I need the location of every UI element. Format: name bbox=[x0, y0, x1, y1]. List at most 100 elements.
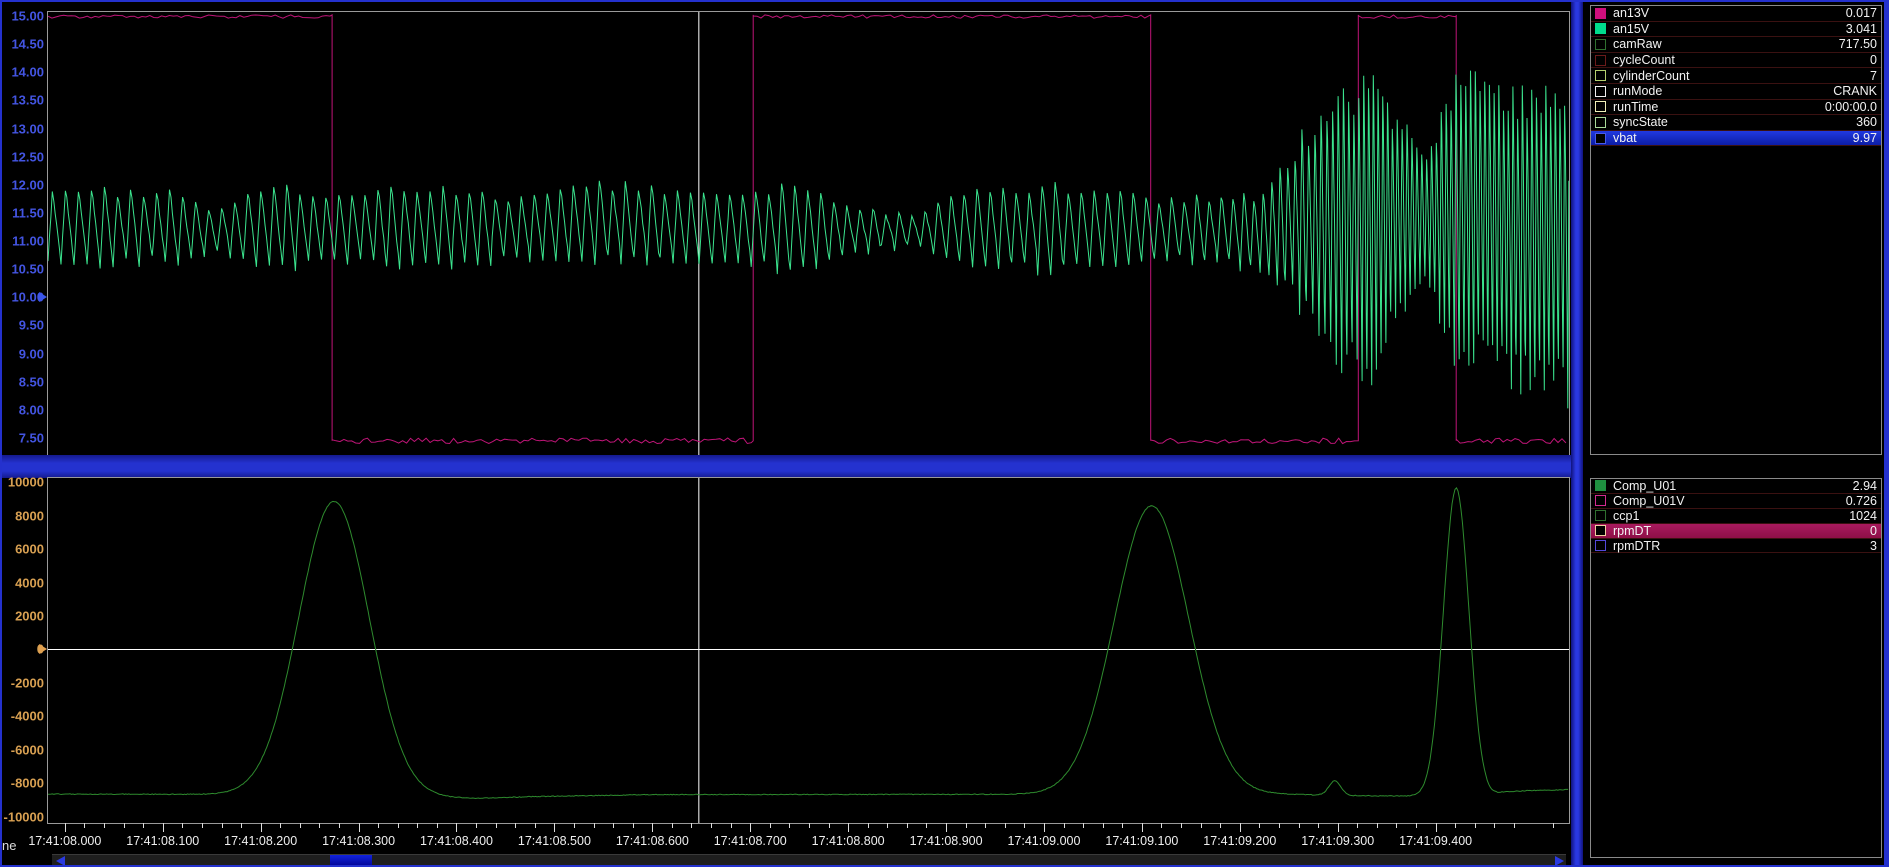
channel-value: CRANK bbox=[1833, 84, 1877, 98]
bottom-channel-list: Comp_U01 2.94 Comp_U01V 0.726ccp11024rpmDT0… bbox=[1590, 478, 1882, 858]
channel-name: runTime bbox=[1613, 100, 1658, 114]
time-axis-minor-tick bbox=[417, 823, 418, 828]
channel-color-swatch bbox=[1595, 510, 1606, 521]
channel-row-cylinderCount[interactable]: cylinderCount7 bbox=[1591, 68, 1881, 84]
y-axis-tick-label: -8000 bbox=[0, 776, 44, 791]
y-axis-tick-label: 12.00 bbox=[0, 177, 44, 192]
channel-row-runTime[interactable]: runTime0:00:00.0 bbox=[1591, 100, 1881, 116]
y-axis-tick-label: 10.00 bbox=[0, 290, 44, 305]
time-axis-major-tick bbox=[1240, 823, 1241, 832]
time-axis-minor-tick bbox=[319, 823, 320, 828]
time-axis-minor-tick bbox=[241, 823, 242, 828]
channel-row-vbat[interactable]: vbat9.97 bbox=[1591, 131, 1881, 147]
channel-value: 717.50 bbox=[1839, 37, 1877, 51]
channel-name: Comp_U01 bbox=[1613, 479, 1676, 493]
channel-color-swatch bbox=[1595, 480, 1606, 491]
time-axis-major-tick bbox=[1142, 823, 1143, 832]
vertical-splitter[interactable] bbox=[1571, 0, 1583, 867]
time-axis-major-tick bbox=[163, 823, 164, 832]
time-axis-minor-tick bbox=[1103, 823, 1104, 828]
channel-name: runMode bbox=[1613, 84, 1662, 98]
channel-value: 0.726 bbox=[1846, 494, 1877, 508]
time-axis-minor-tick bbox=[691, 823, 692, 828]
channel-value: 3 bbox=[1870, 539, 1877, 553]
time-axis-major-tick bbox=[946, 823, 947, 832]
time-axis-minor-tick bbox=[398, 823, 399, 828]
channel-row-runMode[interactable]: runMode CRANK bbox=[1591, 84, 1881, 100]
time-axis-minor-tick bbox=[829, 823, 830, 828]
time-axis-major-tick bbox=[261, 823, 262, 832]
time-axis-major-tick bbox=[750, 823, 751, 832]
window-border-left bbox=[0, 0, 2, 867]
channel-row-Comp_U01V[interactable]: Comp_U01V 0.726 bbox=[1591, 494, 1881, 509]
time-axis-tick-label: 17:41:08.700 bbox=[714, 834, 787, 848]
channel-color-swatch bbox=[1595, 133, 1606, 144]
channel-color-swatch bbox=[1595, 101, 1606, 112]
time-axis-tick-label: 17:41:09.100 bbox=[1105, 834, 1178, 848]
channel-value: 0.017 bbox=[1846, 6, 1877, 20]
channel-row-ccp1[interactable]: ccp11024 bbox=[1591, 509, 1881, 524]
channel-value: 360 bbox=[1856, 115, 1877, 129]
time-axis-minor-tick bbox=[1553, 823, 1554, 828]
time-axis-tick-label: 17:41:09.200 bbox=[1203, 834, 1276, 848]
y-axis-tick-label: 11.00 bbox=[0, 234, 44, 249]
time-axis-minor-tick bbox=[594, 823, 595, 828]
time-axis-minor-tick bbox=[476, 823, 477, 828]
channel-color-swatch bbox=[1595, 495, 1606, 506]
channel-color-swatch bbox=[1595, 117, 1606, 128]
bottom-chart-plot-area[interactable] bbox=[47, 477, 1570, 824]
time-axis-minor-tick bbox=[1161, 823, 1162, 828]
time-axis-minor-tick bbox=[868, 823, 869, 828]
channel-name: syncState bbox=[1613, 115, 1668, 129]
time-axis-minor-tick bbox=[1024, 823, 1025, 828]
time-axis-minor-tick bbox=[1357, 823, 1358, 828]
time-axis-minor-tick bbox=[222, 823, 223, 828]
time-axis-minor-tick bbox=[1396, 823, 1397, 828]
time-axis-major-tick bbox=[652, 823, 653, 832]
time-axis-minor-tick bbox=[339, 823, 340, 828]
channel-row-rpmDT[interactable]: rpmDT0 bbox=[1591, 524, 1881, 539]
time-axis-tick-label: 17:41:08.400 bbox=[420, 834, 493, 848]
channel-value: 0 bbox=[1870, 524, 1877, 538]
time-axis-minor-tick bbox=[1416, 823, 1417, 828]
chart-divider[interactable] bbox=[0, 455, 1571, 478]
time-axis-tick-label: 17:41:09.300 bbox=[1301, 834, 1374, 848]
channel-row-camRaw[interactable]: camRaw 717.50 bbox=[1591, 37, 1881, 53]
channel-name: Comp_U01V bbox=[1613, 494, 1685, 508]
time-axis-minor-tick bbox=[711, 823, 712, 828]
time-axis-minor-tick bbox=[731, 823, 732, 828]
y-axis-tick-label: -6000 bbox=[0, 742, 44, 757]
channel-row-an13V[interactable]: an13V0.017 bbox=[1591, 6, 1881, 22]
time-axis-minor-tick bbox=[789, 823, 790, 828]
channel-name: cylinderCount bbox=[1613, 69, 1689, 83]
time-axis-major-tick bbox=[359, 823, 360, 832]
y-axis-tick-label: 10.50 bbox=[0, 262, 44, 277]
channel-name: camRaw bbox=[1613, 37, 1662, 51]
bottom-chart-canvas bbox=[48, 478, 1569, 823]
y-axis-tick-label: 13.00 bbox=[0, 121, 44, 136]
time-axis-tick-label: 17:41:08.200 bbox=[224, 834, 297, 848]
top-channel-list: an13V0.017an15V3.041camRaw 717.50 cycleCou… bbox=[1590, 5, 1882, 455]
channel-row-Comp_U01[interactable]: Comp_U01 2.94 bbox=[1591, 479, 1881, 494]
y-axis-tick-label: 9.50 bbox=[0, 318, 44, 333]
time-axis-major-tick bbox=[554, 823, 555, 832]
channel-row-rpmDTR[interactable]: rpmDTR3 bbox=[1591, 539, 1881, 554]
channel-row-an15V[interactable]: an15V3.041 bbox=[1591, 22, 1881, 38]
channel-row-syncState[interactable]: syncState 360 bbox=[1591, 115, 1881, 131]
time-axis-minor-tick bbox=[770, 823, 771, 828]
time-axis-minor-tick bbox=[182, 823, 183, 828]
time-axis-minor-tick bbox=[926, 823, 927, 828]
time-axis-major-tick bbox=[1436, 823, 1437, 832]
time-axis-minor-tick bbox=[104, 823, 105, 828]
time-axis-minor-tick bbox=[1514, 823, 1515, 828]
time-axis-minor-tick bbox=[300, 823, 301, 828]
channel-value: 0 bbox=[1870, 53, 1877, 67]
y-axis-tick-label: 10000 bbox=[0, 475, 44, 490]
channel-row-cycleCount[interactable]: cycleCount0 bbox=[1591, 53, 1881, 69]
time-axis-minor-tick bbox=[202, 823, 203, 828]
time-axis-minor-tick bbox=[887, 823, 888, 828]
y-axis-tick-label: 9.00 bbox=[0, 346, 44, 361]
channel-value: 2.94 bbox=[1853, 479, 1877, 493]
time-axis-minor-tick bbox=[1455, 823, 1456, 828]
top-chart-plot-area[interactable] bbox=[47, 11, 1570, 456]
